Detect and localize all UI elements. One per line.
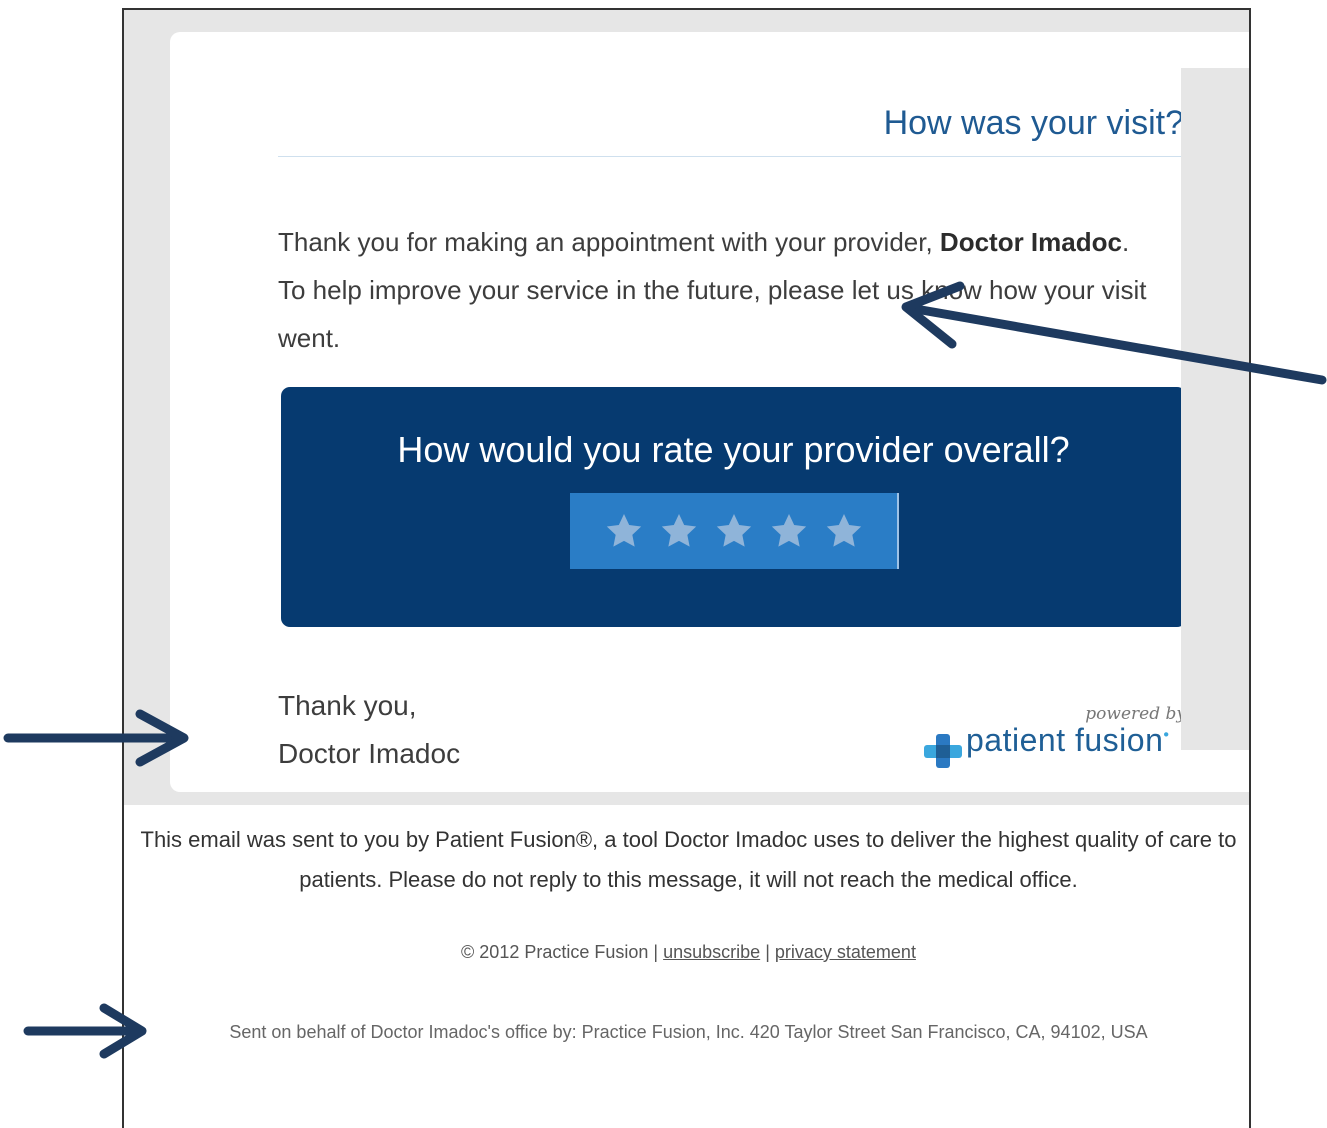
signoff-name: Doctor Imadoc — [278, 738, 461, 769]
card-side-shade — [1181, 68, 1249, 750]
powered-by-label: powered by — [1085, 704, 1186, 724]
intro-text-start: Thank you for making an appointment with… — [278, 227, 940, 257]
email-card: How was your visit? Thank you for making… — [170, 32, 1249, 792]
email-heading: How was your visit? — [883, 104, 1184, 142]
rating-question: How would you rate your provider overall… — [397, 429, 1070, 470]
star-icon-4[interactable] — [769, 511, 809, 551]
star-icon-1[interactable] — [604, 511, 644, 551]
email-frame: How was your visit? Thank you for making… — [122, 8, 1251, 1128]
signoff: Thank you, Doctor Imadoc — [278, 682, 460, 778]
star-icon-2[interactable] — [659, 511, 699, 551]
star-rating[interactable] — [570, 493, 899, 569]
provider-name: Doctor Imadoc — [939, 227, 1122, 257]
link-separator: | — [653, 942, 659, 962]
link-separator: | — [765, 942, 770, 962]
copyright-text: © 2012 Practice Fusion — [461, 942, 649, 962]
rating-panel: How would you rate your provider overall… — [281, 387, 1186, 627]
patient-fusion-logo-text: patient fusion• — [966, 722, 1169, 759]
privacy-statement-link[interactable]: privacy statement — [775, 942, 916, 962]
powered-by-logo: powered by patient fusion• — [920, 700, 1194, 780]
star-icon-3[interactable] — [714, 511, 754, 551]
heading-divider — [278, 156, 1194, 157]
unsubscribe-link[interactable]: unsubscribe — [663, 942, 760, 962]
sender-address: Sent on behalf of Doctor Imadoc's office… — [229, 1022, 1148, 1042]
arrow-right-icon — [3, 709, 189, 767]
patient-fusion-logo-icon — [924, 734, 962, 768]
footer-links: © 2012 Practice Fusion | unsubscribe | p… — [134, 942, 1243, 963]
star-icon-5[interactable] — [824, 511, 864, 551]
arrow-right-icon — [23, 1003, 147, 1059]
logo-mark: • — [1163, 726, 1170, 744]
logo-text: patient fusion — [966, 722, 1164, 758]
arrow-left-icon — [901, 281, 1327, 385]
footer-disclaimer: This email was sent to you by Patient Fu… — [140, 827, 1237, 892]
signoff-line: Thank you, — [278, 690, 417, 721]
